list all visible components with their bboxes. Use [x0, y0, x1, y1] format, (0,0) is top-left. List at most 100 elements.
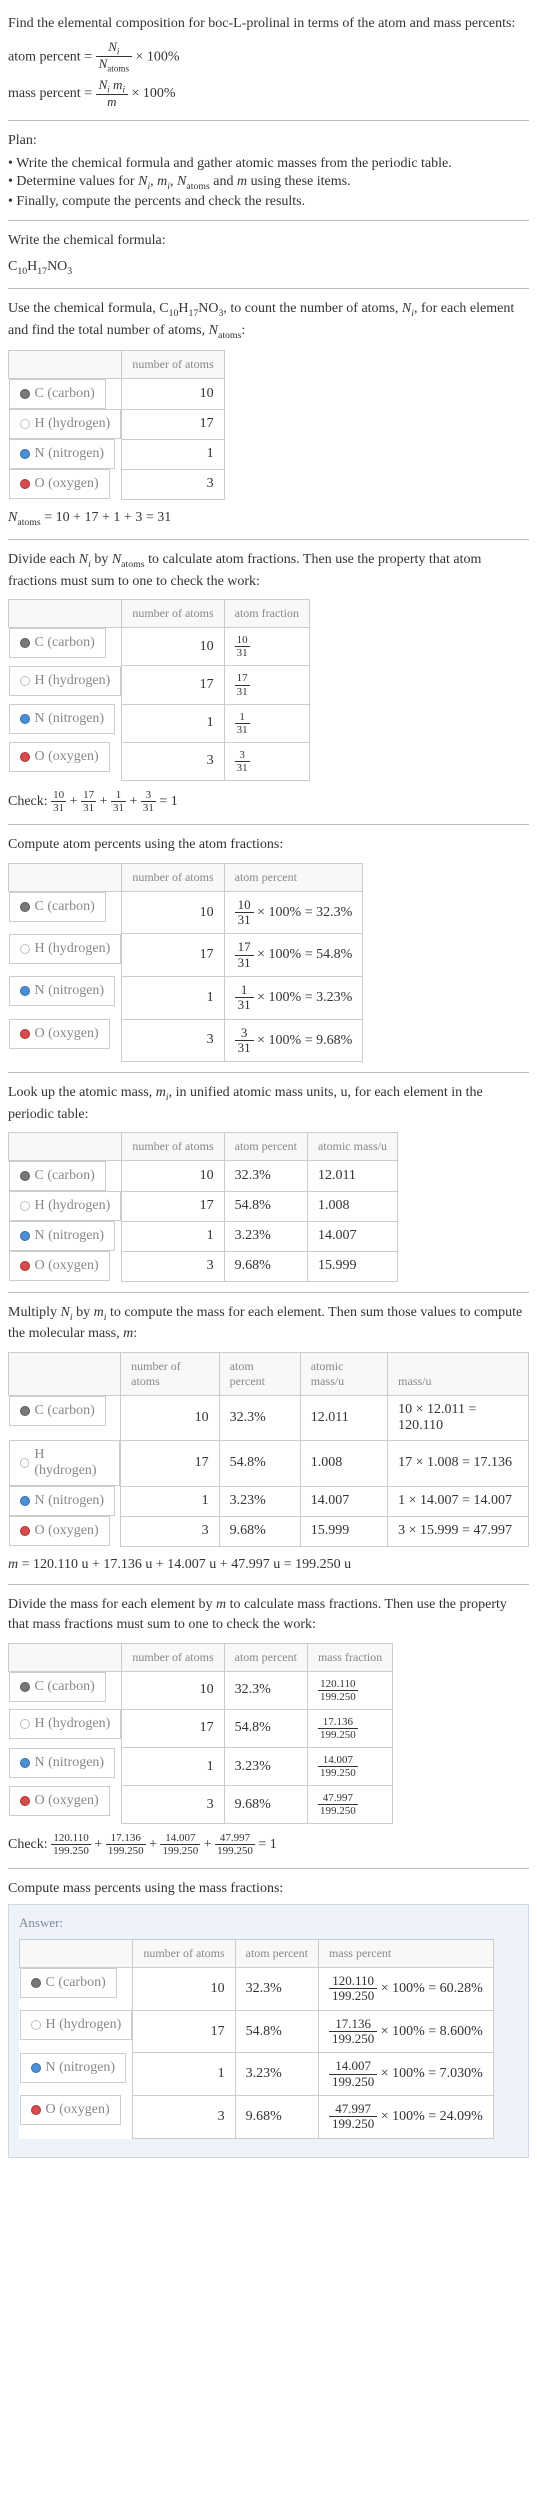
col-mass-percent: mass percent	[318, 1940, 493, 1968]
check-atom-fractions: Check: 1031 + 1731 + 131 + 331 = 1	[8, 789, 529, 814]
frac-den: 31	[235, 647, 250, 659]
frac-num: 17	[235, 940, 254, 955]
divider	[8, 1868, 529, 1869]
element-dot	[20, 1261, 30, 1271]
atom-count: 3	[122, 742, 224, 780]
element-dot	[20, 944, 30, 954]
element-name: H (hydrogen)	[46, 2017, 122, 2033]
use-formula-text: Use the chemical formula, C10H17NO3, to …	[8, 299, 529, 342]
element-dot	[20, 449, 30, 459]
element-dot	[20, 1496, 30, 1506]
frac-num: 17	[81, 789, 96, 802]
times-100: × 100% =	[377, 2109, 439, 2124]
element-dot	[20, 714, 30, 724]
col-mass-fraction: mass fraction	[307, 1643, 392, 1671]
element-dot	[20, 1231, 30, 1241]
atom-pct: 32.3%	[224, 1161, 307, 1192]
element-name: H (hydrogen)	[35, 941, 111, 957]
frac-num: 14.007	[318, 1754, 358, 1767]
table-row: N (nitrogen)1	[9, 439, 225, 469]
atom-percent-table: number of atomsatom percent C (carbon)10…	[8, 863, 363, 1062]
col-number-of-atoms: number of atoms	[122, 600, 224, 628]
atom-percent-label: atom percent =	[8, 49, 96, 64]
element-name: O (oxygen)	[35, 1258, 99, 1274]
atom-count: 3	[122, 469, 224, 499]
table-row: H (hydrogen)1754.8%17.136199.250	[9, 1709, 393, 1747]
table-row: C (carbon)1032.3%12.011	[9, 1161, 398, 1192]
frac-den: 199.250	[51, 1845, 91, 1857]
element-name: C (carbon)	[35, 386, 95, 402]
element-name: O (oxygen)	[35, 1793, 99, 1809]
atom-pct: 9.68%	[219, 1516, 300, 1546]
col-atomic-mass: atomic mass/u	[307, 1133, 397, 1161]
atomic-mass: 14.007	[307, 1221, 397, 1251]
atomic-mass: 12.011	[307, 1161, 397, 1192]
atomic-mass: 12.011	[300, 1395, 387, 1440]
frac-den: 31	[235, 956, 254, 970]
atom-count: 3	[122, 1786, 224, 1824]
divider	[8, 288, 529, 289]
mass-percent-formula: mass percent = Ni mim × 100%	[8, 78, 529, 110]
atom-count: 1	[122, 1221, 224, 1251]
frac-num: 47.997	[215, 1832, 255, 1845]
element-name: N (nitrogen)	[35, 983, 105, 999]
atom-count: 10	[122, 891, 224, 934]
frac-den: 31	[235, 1041, 254, 1055]
element-dot	[20, 1526, 30, 1536]
frac-num: 3	[235, 1026, 254, 1041]
atom-count: 10	[122, 1161, 224, 1192]
frac-den: 199.250	[318, 1729, 358, 1741]
check-label: Check:	[8, 1837, 51, 1852]
atom-percent-formula: atom percent = NiNatoms × 100%	[8, 40, 529, 74]
mass-expr: 10 × 12.011 = 120.110	[388, 1395, 529, 1440]
atom-pct: 3.23%	[219, 1486, 300, 1516]
times-100: × 100% =	[254, 1033, 316, 1048]
table-row: O (oxygen)39.68%15.999	[9, 1251, 398, 1281]
element-dot	[20, 1171, 30, 1181]
element-dot	[20, 676, 30, 686]
element-name: C (carbon)	[46, 1975, 106, 1991]
element-dot	[20, 752, 30, 762]
element-name: N (nitrogen)	[46, 2060, 116, 2076]
element-dot	[20, 1719, 30, 1729]
compute-atom-pct-text: Compute atom percents using the atom fra…	[8, 835, 529, 855]
frac-num: Ni	[96, 40, 132, 58]
frac-num: 3	[235, 749, 250, 762]
frac-den: 31	[81, 802, 96, 814]
mass-pct: 7.030%	[440, 2066, 483, 2081]
frac-num: 14.007	[329, 2059, 377, 2074]
frac-num: 10	[51, 789, 66, 802]
mass-pct: 8.600%	[440, 2024, 483, 2039]
table-row: C (carbon)1032.3%120.110199.250 × 100% =…	[20, 1968, 494, 2011]
table-row: H (hydrogen)1754.8%1.008	[9, 1191, 398, 1221]
equals-one: = 1	[159, 794, 177, 809]
divider	[8, 220, 529, 221]
frac-den: 31	[235, 913, 254, 927]
frac-den: 199.250	[329, 2075, 377, 2089]
frac-den: 199.250	[160, 1845, 200, 1857]
col-number-of-atoms: number of atoms	[122, 1643, 224, 1671]
col-number-of-atoms: number of atoms	[122, 863, 224, 891]
element-dot	[20, 1682, 30, 1692]
atom-count: 10	[122, 628, 224, 666]
element-dot	[20, 1458, 30, 1468]
answer-box: Answer: number of atomsatom percentmass …	[8, 1904, 529, 2157]
col-number-of-atoms: number of atoms	[121, 1352, 220, 1395]
element-dot	[20, 1029, 30, 1039]
col-atom-percent: atom percent	[224, 863, 363, 891]
mass-pct: 60.28%	[440, 1981, 483, 1996]
atom-count: 10	[122, 1671, 224, 1709]
intro-text: Find the elemental composition for boc-L…	[8, 14, 529, 34]
frac-den: m	[96, 95, 128, 109]
frac-den: 199.250	[329, 1989, 377, 2003]
mass-expr: 3 × 15.999 = 47.997	[388, 1516, 529, 1546]
table-row: O (oxygen)39.68%15.9993 × 15.999 = 47.99…	[9, 1516, 529, 1546]
element-dot	[20, 1201, 30, 1211]
atom-count: 17	[122, 409, 224, 439]
atom-count: 10	[122, 379, 224, 410]
times-100: × 100%	[131, 86, 175, 101]
table-row: H (hydrogen)171731 × 100% = 54.8%	[9, 934, 363, 977]
mass-expr: 17 × 1.008 = 17.136	[388, 1440, 529, 1486]
atom-pct: 54.8%	[224, 1709, 307, 1747]
chemical-formula: C10H17NO3	[8, 257, 529, 279]
